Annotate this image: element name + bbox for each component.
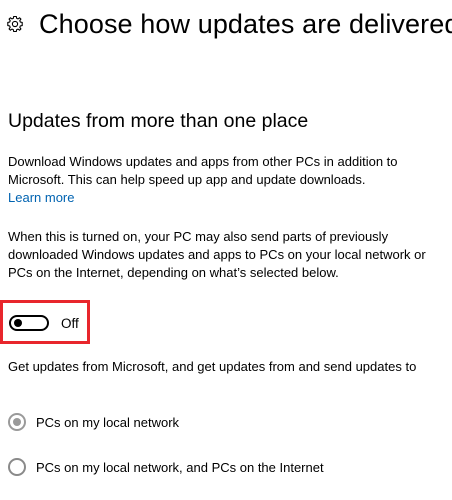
delivery-optimization-toggle-row: Off bbox=[9, 313, 79, 333]
options-prompt: Get updates from Microsoft, and get upda… bbox=[8, 359, 417, 374]
section-heading: Updates from more than one place bbox=[8, 110, 309, 132]
page-header: Choose how updates are delivered bbox=[6, 6, 452, 42]
delivery-optimization-toggle[interactable] bbox=[9, 315, 49, 331]
toggle-state-label: Off bbox=[61, 315, 79, 331]
page-title: Choose how updates are delivered bbox=[39, 8, 452, 39]
radio-button-unselected[interactable] bbox=[8, 458, 26, 476]
radio-option-local-and-internet[interactable]: PCs on my local network, and PCs on the … bbox=[8, 457, 324, 477]
gear-icon bbox=[6, 15, 24, 33]
toggle-knob bbox=[14, 319, 22, 327]
radio-label-local-network: PCs on my local network bbox=[36, 414, 180, 430]
info-text: When this is turned on, your PC may also… bbox=[8, 229, 426, 280]
learn-more-link[interactable]: Learn more bbox=[8, 190, 74, 205]
radio-button-selected[interactable] bbox=[8, 413, 26, 431]
description-text: Download Windows updates and apps from o… bbox=[8, 153, 438, 207]
radio-option-local-network[interactable]: PCs on my local network bbox=[8, 412, 179, 432]
description-body: Download Windows updates and apps from o… bbox=[8, 154, 398, 187]
radio-label-local-and-internet: PCs on my local network, and PCs on the … bbox=[36, 459, 324, 475]
